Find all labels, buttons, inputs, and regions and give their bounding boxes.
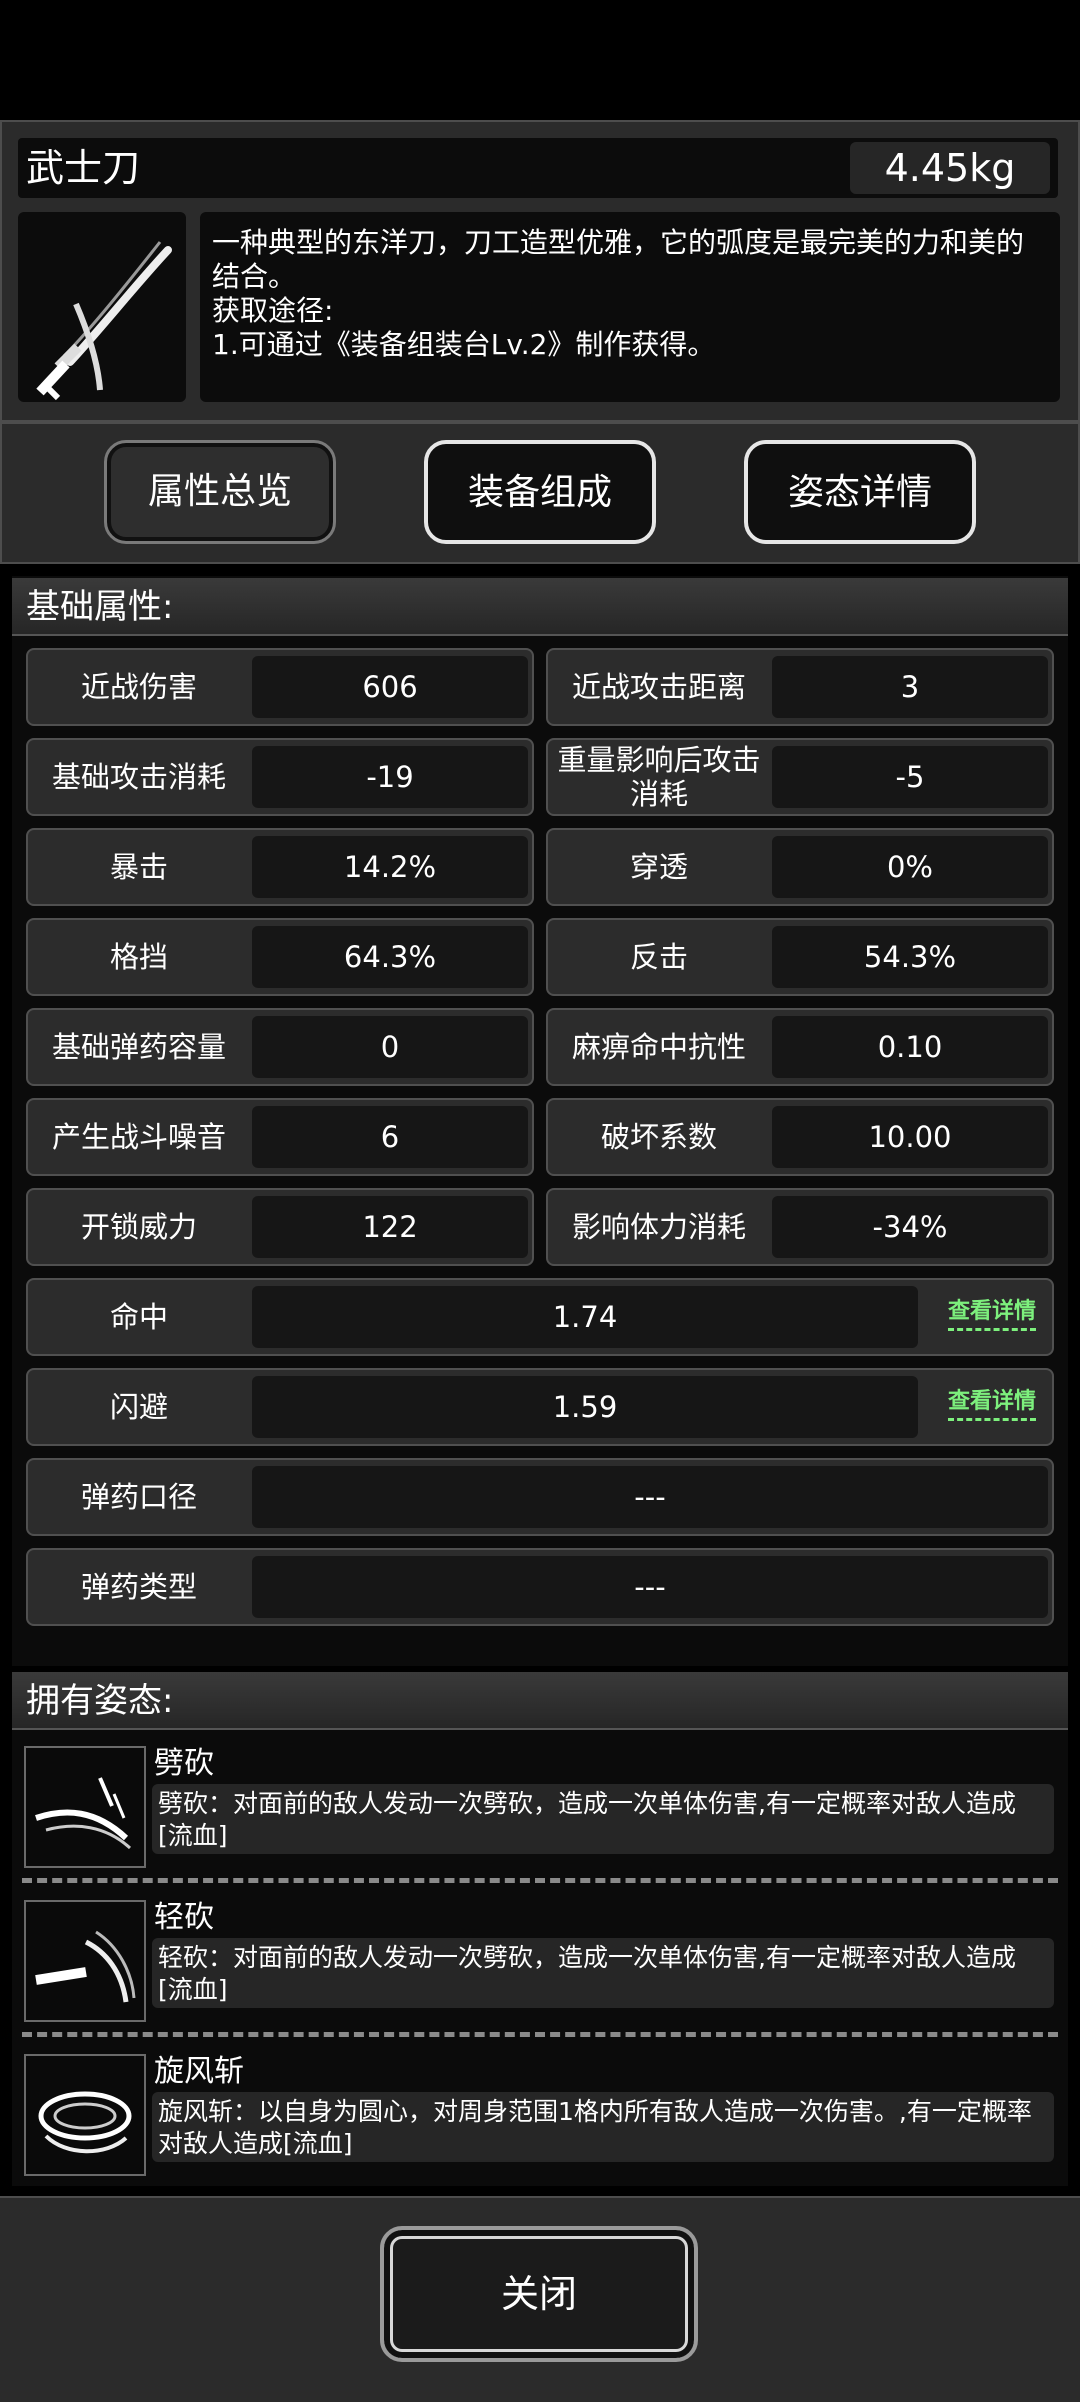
attribute-label: 弹药口径 [80,1480,197,1514]
attribute-cell: 破坏系数 10.00 [546,1098,1054,1176]
attribute-cell: 基础攻击消耗 -19 [26,738,534,816]
item-description: 一种典型的东洋刀，刀工造型优雅，它的弧度是最完美的力和美的结合。 获取途径: 1… [200,212,1060,402]
attribute-label: 麻痹命中抗性 [571,1030,746,1064]
attribute-row-wide: 弹药口径 --- [26,1458,1054,1536]
attribute-value: 54.3% [772,926,1048,988]
stance-name-slash: 劈砍 [154,1746,214,1781]
attribute-row-wide: 闪避 1.59 查看详情 [26,1368,1054,1446]
attribute-label: 命中 [109,1300,168,1334]
stance-name-light-slash: 轻砍 [154,1900,214,1935]
tab-equipment[interactable]: 装备组成 [424,440,656,544]
attribute-label: 近战伤害 [80,670,197,704]
light-slash-icon [24,1900,146,2022]
attribute-cell: 重量影响后攻击消耗 -5 [546,738,1054,816]
attribute-cell: 基础弹药容量 0 [26,1008,534,1086]
attribute-label: 暴击 [109,850,168,884]
tab-attributes[interactable]: 属性总览 [104,440,336,544]
item-description-text: 一种典型的东洋刀，刀工造型优雅，它的弧度是最完美的力和美的结合。 获取途径: 1… [212,226,1025,361]
attribute-cell: 近战攻击距离 3 [546,648,1054,726]
attributes-panel: 基础属性: 近战伤害 606 近战攻击距离 3 基础攻击消耗 -19 重量影响后攻击消耗 -5… [12,576,1068,1666]
stance-desc-slash: 劈砍：对面前的敌人发动一次劈砍，造成一次单体伤害,有一定概率对敌人造成[流血] [152,1784,1054,1854]
stance-desc-light-slash: 轻砍：对面前的敌人发动一次劈砍，造成一次单体伤害,有一定概率对敌人造成[流血] [152,1938,1054,2008]
attribute-cell: 格挡 64.3% [26,918,534,996]
view-details-link[interactable]: 查看详情 [947,1298,1036,1331]
attribute-value: 10.00 [772,1106,1048,1168]
attribute-value: 64.3% [252,926,528,988]
attribute-value: 1.74 [252,1286,918,1348]
attribute-row-wide: 命中 1.74 查看详情 [26,1278,1054,1356]
attribute-cell: 反击 54.3% [546,918,1054,996]
attribute-cell: 产生战斗噪音 6 [26,1098,534,1176]
attribute-value: 122 [252,1196,528,1258]
item-name-bar: 武士刀 4.45kg [18,138,1058,198]
tab-stances[interactable]: 姿态详情 [744,440,976,544]
attribute-label: 闪避 [109,1390,168,1424]
stance-desc-whirlwind: 旋风斩：以自身为圆心，对周身范围1格内所有敌人造成一次伤害。,有一定概率对敌人造… [152,2092,1054,2162]
attribute-label: 弹药类型 [80,1570,197,1604]
stances-title: 拥有姿态: [12,1672,1068,1730]
attribute-cell: 麻痹命中抗性 0.10 [546,1008,1054,1086]
attribute-label: 穿透 [629,850,688,884]
attribute-value: -19 [252,746,528,808]
attribute-value: 0.10 [772,1016,1048,1078]
attribute-cell: 近战伤害 606 [26,648,534,726]
attribute-value: 606 [252,656,528,718]
attribute-label: 近战攻击距离 [571,670,746,704]
attribute-label: 格挡 [109,940,168,974]
attribute-row-wide: 弹药类型 --- [26,1548,1054,1626]
item-weight: 4.45kg [850,142,1050,194]
attributes-title: 基础属性: [12,578,1068,636]
attribute-label: 重量影响后攻击消耗 [557,743,761,811]
attribute-value: 1.59 [252,1376,918,1438]
stance-name-whirlwind: 旋风斩 [154,2054,244,2089]
whirlwind-icon [24,2054,146,2176]
attribute-value: --- [252,1556,1048,1618]
view-details-link[interactable]: 查看详情 [947,1388,1036,1421]
attribute-value: 0% [772,836,1048,898]
attribute-label: 产生战斗噪音 [51,1120,226,1154]
slash-icon [24,1746,146,1868]
stances-panel: 拥有姿态: 劈砍 劈砍：对面前的敌人发动一次劈砍，造成一次单体伤害,有一定概率对… [12,1672,1068,2186]
attribute-value: 3 [772,656,1048,718]
attribute-cell: 影响体力消耗 -34% [546,1188,1054,1266]
attribute-cell: 开锁威力 122 [26,1188,534,1266]
katana-icon [18,212,186,402]
attribute-value: -34% [772,1196,1048,1258]
attribute-label: 影响体力消耗 [571,1210,746,1244]
attribute-label: 基础攻击消耗 [51,760,226,794]
attribute-label: 开锁威力 [80,1210,197,1244]
close-button[interactable]: 关闭 [380,2226,698,2362]
attribute-value: 6 [252,1106,528,1168]
stance-divider [22,1878,1058,1883]
attribute-value: --- [252,1466,1048,1528]
attribute-label: 基础弹药容量 [51,1030,226,1064]
item-name: 武士刀 [26,146,141,190]
attribute-cell: 穿透 0% [546,828,1054,906]
attribute-cell: 暴击 14.2% [26,828,534,906]
attribute-label: 破坏系数 [600,1120,717,1154]
stance-divider [22,2032,1058,2037]
attribute-label: 反击 [629,940,688,974]
attribute-value: -5 [772,746,1048,808]
attribute-value: 14.2% [252,836,528,898]
attribute-value: 0 [252,1016,528,1078]
